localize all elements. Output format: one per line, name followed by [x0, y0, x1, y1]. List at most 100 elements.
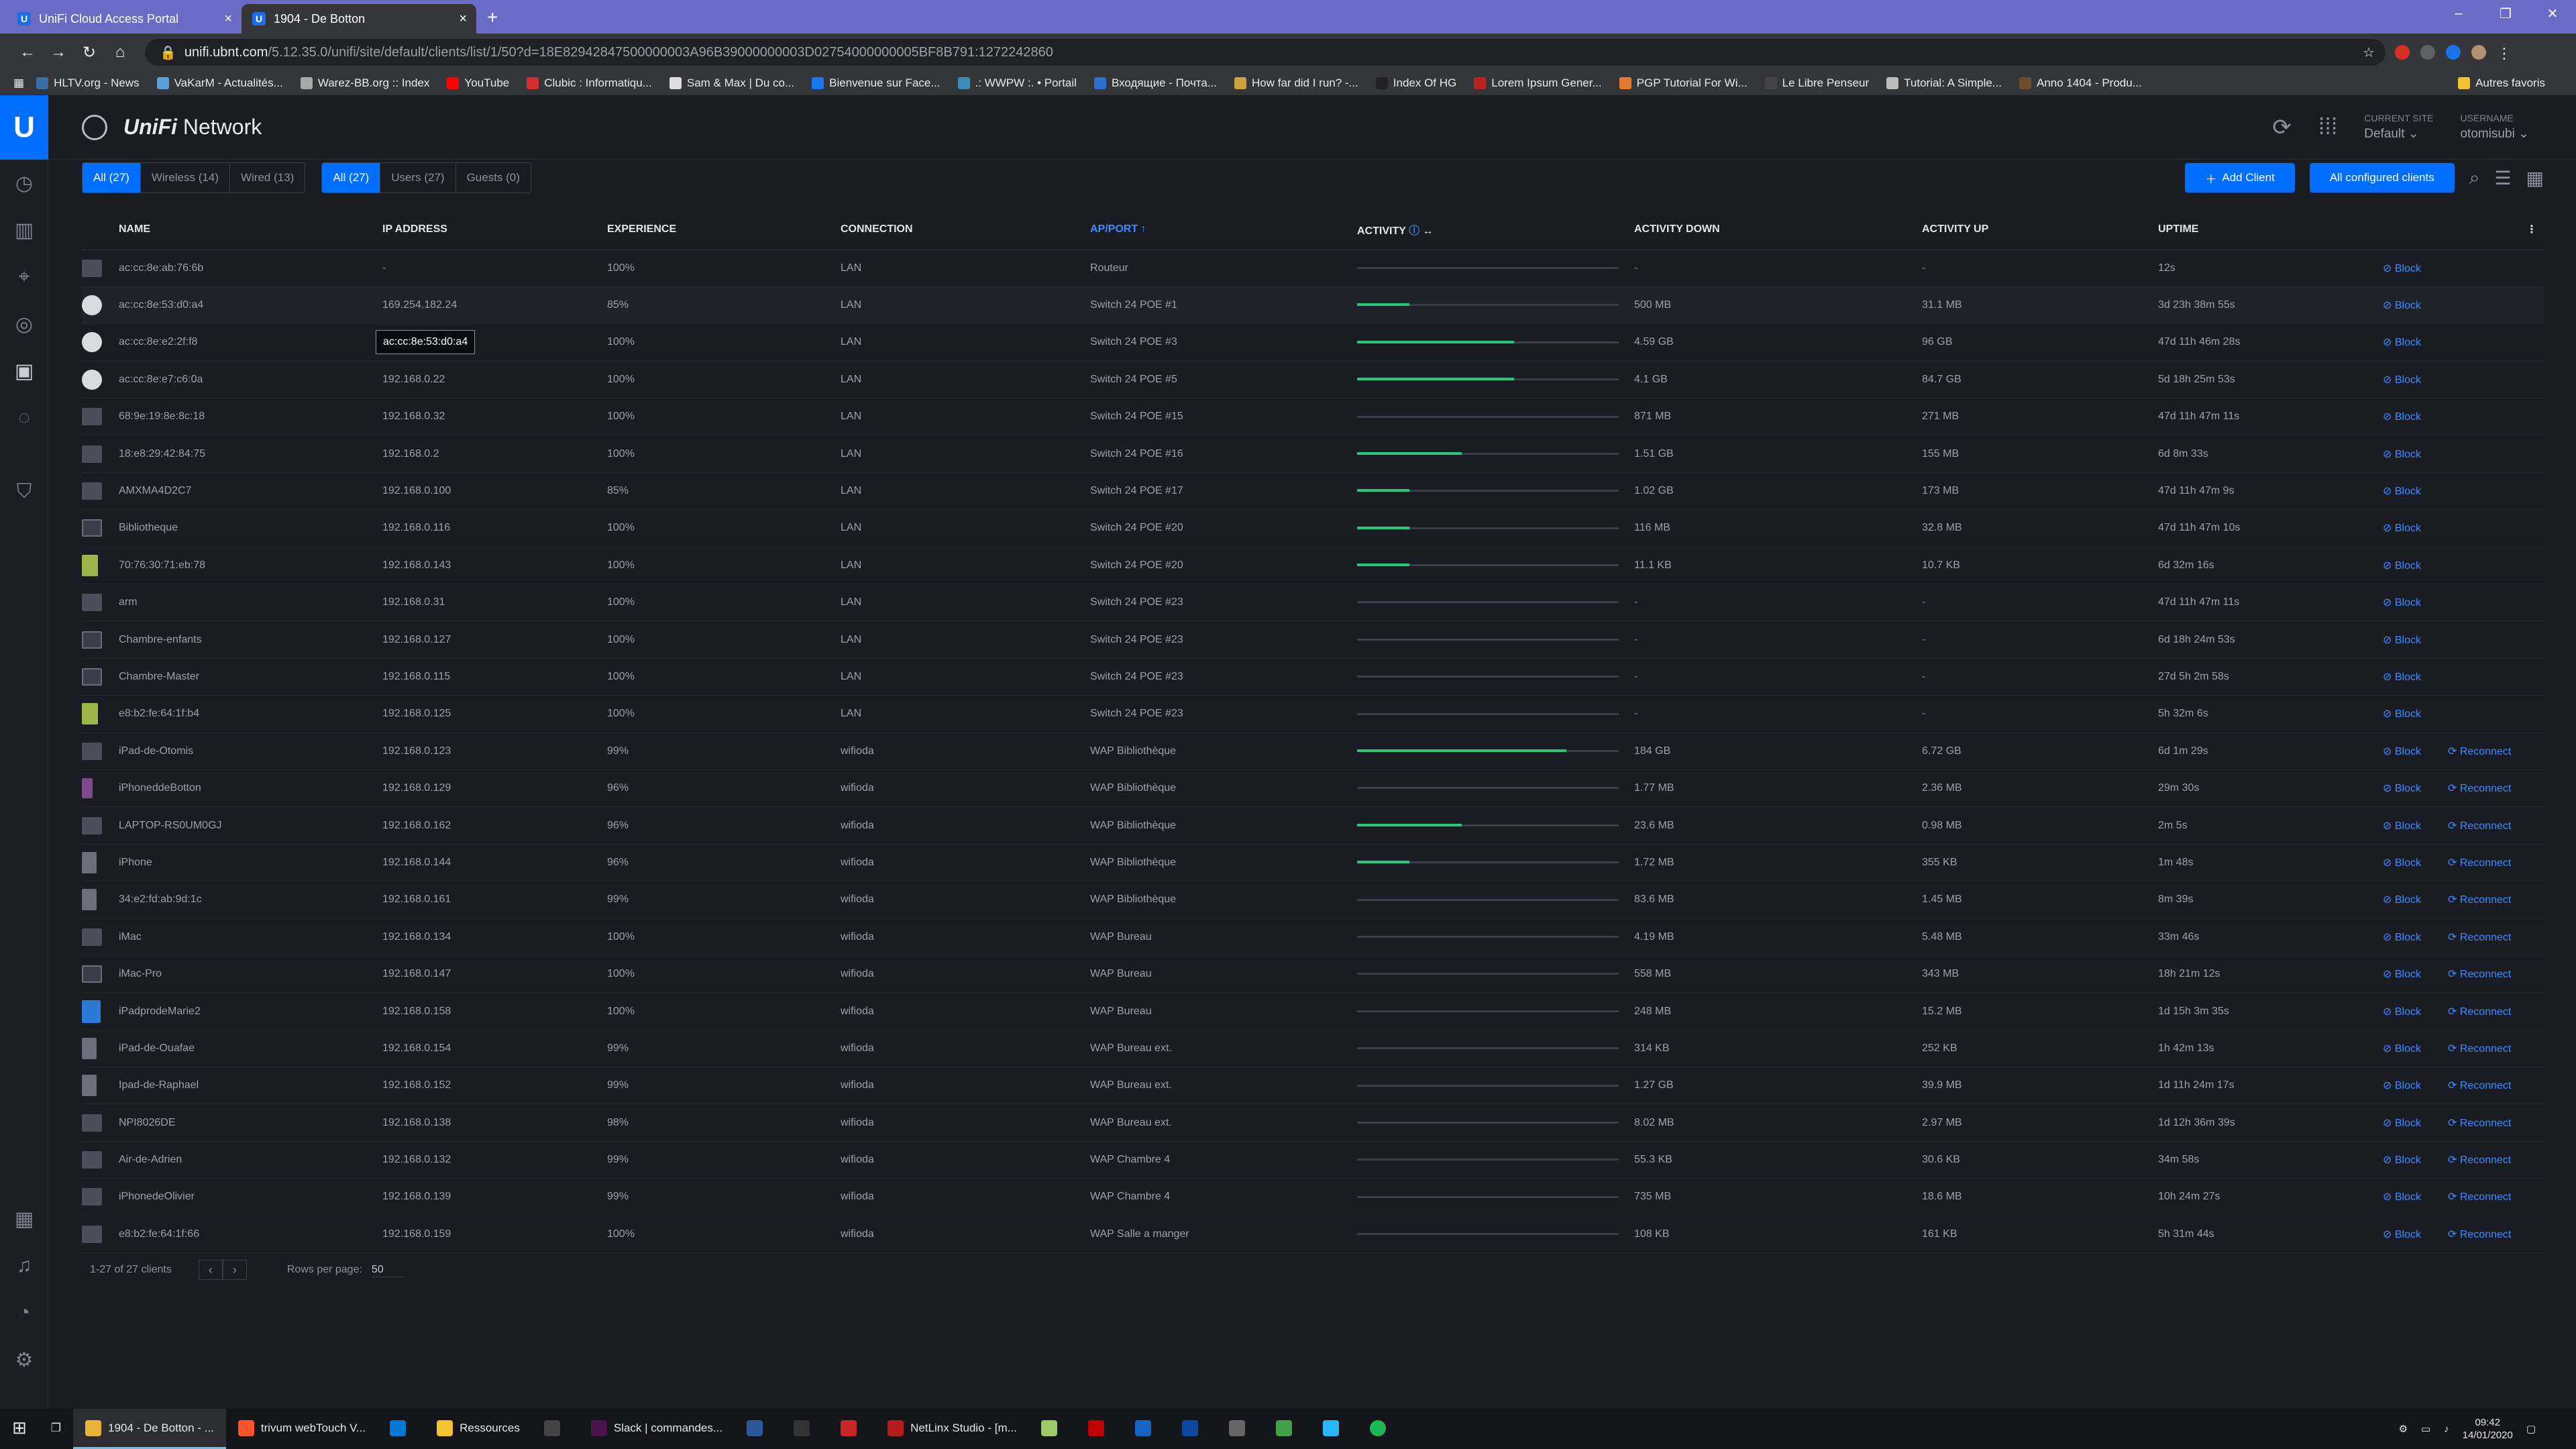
client-ap-port[interactable]: WAP Bureau: [1090, 992, 1357, 1030]
client-ap-port[interactable]: WAP Bibliothèque: [1090, 733, 1357, 770]
client-ap-port[interactable]: WAP Salle a manger: [1090, 1216, 1357, 1254]
client-ap-port[interactable]: Routeur: [1090, 250, 1357, 287]
client-name[interactable]: arm: [119, 584, 382, 622]
client-ap-port[interactable]: WAP Bureau: [1090, 918, 1357, 956]
configured-clients-button[interactable]: All configured clients: [2309, 163, 2455, 193]
bookmark-item[interactable]: Warez-BB.org :: Index: [300, 76, 429, 90]
client-name[interactable]: e8:b2:fe:64:1f:b4: [119, 695, 382, 733]
client-name[interactable]: iPhone: [119, 844, 382, 882]
info-icon[interactable]: ⓘ: [1409, 225, 1419, 237]
apps-icon[interactable]: ▦: [13, 76, 24, 90]
client-ap-port[interactable]: WAP Bibliothèque: [1090, 769, 1357, 808]
client-ap-port[interactable]: Switch 24 POE #23: [1090, 584, 1357, 622]
filter-guests[interactable]: Guests (0): [456, 163, 531, 193]
taskbar-app-icon[interactable]: [1311, 1409, 1358, 1449]
url-input[interactable]: 🔒 unifi.ubnt.com /5.12.35.0/unifi/site/d…: [145, 39, 2385, 66]
client-ap-port[interactable]: WAP Chambre 4: [1090, 1141, 1357, 1179]
reconnect-button[interactable]: ⟳ Reconnect: [2448, 1155, 2511, 1166]
client-name[interactable]: Ipad-de-Raphael: [119, 1067, 382, 1105]
devices-icon[interactable]: ◎: [0, 301, 48, 347]
table-row[interactable]: iPhonedeOlivier 192.168.0.139 99% wifioda WA…: [82, 1178, 2544, 1216]
bookmark-item[interactable]: Bienvenue sur Face...: [812, 76, 941, 90]
clock[interactable]: 09:42 14/01/2020: [2463, 1416, 2513, 1442]
reload-icon[interactable]: ↻: [74, 43, 105, 62]
client-name[interactable]: iPhoneddeBotton: [119, 769, 382, 808]
client-name[interactable]: ac:cc:8e:53:d0:a4: [119, 286, 382, 325]
bookmark-item[interactable]: PGP Tutorial For Wi...: [1619, 76, 1748, 90]
block-button[interactable]: ⊘ Block: [2383, 932, 2421, 943]
taskbar-outlook[interactable]: [378, 1409, 425, 1449]
client-name[interactable]: e8:b2:fe:64:1f:66: [119, 1216, 382, 1254]
client-name[interactable]: iMac-Pro: [119, 955, 382, 994]
client-name[interactable]: iPad-de-Otomis: [119, 733, 382, 770]
reconnect-button[interactable]: ⟳ Reconnect: [2448, 820, 2511, 832]
table-row[interactable]: NPI8026DE 192.168.0.138 98% wifioda WAP Bure…: [82, 1104, 2544, 1142]
block-button[interactable]: ⊘ Block: [2383, 783, 2421, 794]
unifi-logo-icon[interactable]: U: [0, 95, 48, 160]
next-page-button[interactable]: ›: [222, 1260, 247, 1280]
bookmark-item[interactable]: Tutorial: A Simple...: [1886, 76, 2002, 90]
taskbar-app-icon[interactable]: [1264, 1409, 1311, 1449]
client-ap-port[interactable]: WAP Bibliothèque: [1090, 806, 1357, 845]
table-row[interactable]: 68:9e:19:8e:8c:18 192.168.0.32 100% LAN Swit…: [82, 398, 2544, 436]
extension-icon[interactable]: [2395, 45, 2410, 60]
client-ap-port[interactable]: Switch 24 POE #17: [1090, 472, 1357, 511]
bookmark-item[interactable]: Sam & Max | Du co...: [669, 76, 794, 90]
menu-dots-icon[interactable]: ⋮: [2497, 45, 2512, 62]
dashboard-icon[interactable]: ◷: [0, 160, 48, 207]
map-icon[interactable]: ⌖: [0, 254, 48, 301]
client-name[interactable]: ac:cc:8e:ab:76:6b: [119, 250, 382, 287]
reconnect-button[interactable]: ⟳ Reconnect: [2448, 894, 2511, 906]
taskbar-spotify-icon[interactable]: [1358, 1409, 1405, 1449]
client-ap-port[interactable]: Switch 24 POE #23: [1090, 621, 1357, 659]
client-name[interactable]: 34:e2:fd:ab:9d:1c: [119, 881, 382, 919]
reconnect-button[interactable]: ⟳ Reconnect: [2448, 746, 2511, 757]
block-button[interactable]: ⊘ Block: [2383, 1006, 2421, 1018]
block-button[interactable]: ⊘ Block: [2383, 449, 2421, 460]
alerts-icon[interactable]: ♫: [0, 1242, 48, 1289]
statistics-icon[interactable]: ▥: [0, 207, 48, 254]
reconnect-button[interactable]: ⟳ Reconnect: [2448, 932, 2511, 943]
table-row[interactable]: Ipad-de-Raphael 192.168.0.152 99% wifioda WA…: [82, 1067, 2544, 1105]
bookmark-star-icon[interactable]: ☆: [2363, 44, 2375, 61]
table-row[interactable]: iPad-de-Otomis 192.168.0.123 99% wifioda WAP…: [82, 733, 2544, 770]
close-tab-icon[interactable]: ×: [224, 11, 232, 27]
list-view-icon[interactable]: ☰: [2494, 167, 2511, 189]
swap-icon[interactable]: ↔: [1423, 225, 1434, 237]
reconnect-button[interactable]: ⟳ Reconnect: [2448, 1191, 2511, 1203]
col-connection[interactable]: CONNECTION: [841, 209, 1090, 250]
client-name[interactable]: 70:76:30:71:eb:78: [119, 547, 382, 585]
table-row[interactable]: iPhone 192.168.0.144 96% wifioda WAP Bibliot…: [82, 844, 2544, 882]
filter-users[interactable]: Users (27): [380, 163, 456, 193]
block-button[interactable]: ⊘ Block: [2383, 820, 2421, 832]
block-button[interactable]: ⊘ Block: [2383, 857, 2421, 869]
bookmark-item[interactable]: Le Libre Penseur: [1764, 76, 1869, 90]
extension-icon[interactable]: [2446, 45, 2461, 60]
client-name[interactable]: ac:cc:8e:e7:c6:0a: [119, 361, 382, 399]
block-button[interactable]: ⊘ Block: [2383, 263, 2421, 274]
reconnect-button[interactable]: ⟳ Reconnect: [2448, 1118, 2511, 1129]
client-ap-port[interactable]: WAP Bureau ext.: [1090, 1104, 1357, 1142]
add-client-button[interactable]: ＋ Add Client: [2185, 163, 2295, 193]
extension-icon[interactable]: [2420, 45, 2435, 60]
column-options-icon[interactable]: ⋮: [2526, 224, 2537, 235]
table-row[interactable]: e8:b2:fe:64:1f:66 192.168.0.159 100% wifiod…: [82, 1216, 2544, 1254]
bookmark-item[interactable]: VaKarM - Actualités...: [156, 76, 283, 90]
block-button[interactable]: ⊘ Block: [2383, 1229, 2421, 1240]
table-row[interactable]: iMac 192.168.0.134 100% wifioda WAP Bureau 4.…: [82, 918, 2544, 956]
taskbar-app-icon[interactable]: [1217, 1409, 1264, 1449]
block-button[interactable]: ⊘ Block: [2383, 1043, 2421, 1055]
table-row[interactable]: Chambre-Master 192.168.0.115 100% LAN Switch…: [82, 658, 2544, 696]
reconnect-button[interactable]: ⟳ Reconnect: [2448, 857, 2511, 869]
client-name[interactable]: LAPTOP-RS0UM0GJ: [119, 806, 382, 845]
client-name[interactable]: Chambre-enfants: [119, 621, 382, 659]
table-row[interactable]: Air-de-Adrien 192.168.0.132 99% wifioda WAP …: [82, 1141, 2544, 1179]
settings-icon[interactable]: ⚙: [0, 1336, 48, 1383]
col-uptime[interactable]: UPTIME: [2158, 209, 2383, 250]
notifications-icon[interactable]: ▢: [2526, 1423, 2536, 1435]
table-row[interactable]: ac:cc:8e:ab:76:6b -100% LAN Routeur - -12s ⊘ B…: [82, 250, 2544, 287]
filter-all-users[interactable]: All (27): [322, 163, 381, 193]
reconnect-button[interactable]: ⟳ Reconnect: [2448, 1043, 2511, 1055]
client-ap-port[interactable]: Switch 24 POE #20: [1090, 509, 1357, 547]
col-experience[interactable]: EXPERIENCE: [607, 209, 841, 250]
